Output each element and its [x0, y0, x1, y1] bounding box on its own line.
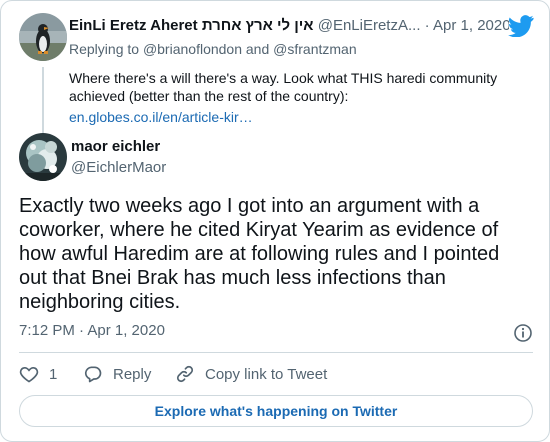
reply-label: Reply	[113, 365, 152, 383]
divider	[19, 352, 533, 353]
parent-handle[interactable]: @EnLiEretzA...	[318, 17, 421, 34]
link-icon	[176, 365, 194, 383]
parent-header: EinLi Eretz Aheret אין לי ארץ אחרת @EnLi…	[69, 17, 509, 37]
parent-date[interactable]: Apr 1, 2020	[433, 17, 509, 34]
tweet-card: EinLi Eretz Aheret אין לי ארץ אחרת @EnLi…	[0, 0, 550, 442]
author-handle[interactable]: @EichlerMaor	[71, 159, 166, 176]
parent-avatar[interactable]	[19, 13, 67, 61]
info-icon[interactable]	[513, 323, 533, 343]
copy-link-button[interactable]: Copy link to Tweet	[175, 361, 327, 387]
parent-tweet[interactable]: EinLi Eretz Aheret אין לי ארץ אחרת @EnLi…	[19, 13, 534, 137]
copy-link-label: Copy link to Tweet	[205, 365, 328, 383]
replying-to: Replying to @brianoflondon and @sfrantzm…	[69, 41, 357, 57]
like-count: 1	[49, 365, 58, 383]
twitter-bird-icon[interactable]	[508, 15, 534, 38]
reply-button[interactable]: Reply	[83, 361, 151, 387]
mention-link[interactable]: @sfrantzman	[273, 41, 356, 57]
author-avatar[interactable]	[19, 133, 67, 181]
replying-and: and	[245, 41, 270, 57]
explore-button[interactable]: Explore what's happening on Twitter	[19, 395, 533, 427]
replying-prefix: Replying to	[69, 41, 140, 57]
reply-bubble-icon	[84, 366, 102, 383]
author-name[interactable]: maor eichler	[71, 138, 160, 155]
parent-text: Where there's a will there's a way. Look…	[69, 70, 498, 104]
tweet-actions: 1 Reply Copy link to Tweet	[19, 361, 519, 389]
tweet-text: Exactly two weeks ago I got into an argu…	[19, 195, 500, 313]
separator-dot: ·	[424, 17, 430, 34]
thread-line	[42, 67, 44, 137]
heart-icon	[19, 367, 39, 383]
article-link[interactable]: en.globes.co.il/en/article-kir…	[69, 109, 253, 125]
like-button[interactable]: 1	[19, 361, 57, 387]
parent-name[interactable]: EinLi Eretz Aheret אין לי ארץ אחרת	[69, 17, 314, 34]
tweet-timestamp[interactable]: 7:12 PM · Apr 1, 2020	[19, 322, 165, 339]
mention-link[interactable]: @brianoflondon	[143, 41, 242, 57]
